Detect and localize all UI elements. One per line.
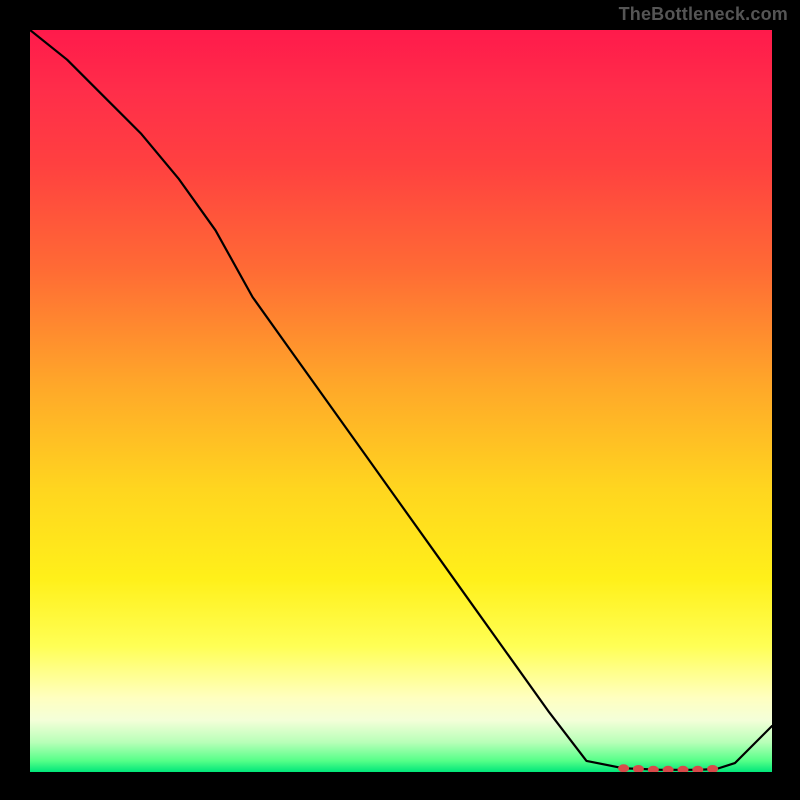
bottom-markers	[618, 764, 718, 772]
marker-point	[678, 766, 689, 772]
data-line	[30, 30, 772, 770]
marker-point	[663, 766, 674, 772]
marker-point	[648, 766, 659, 772]
marker-point	[707, 765, 718, 772]
marker-point	[633, 765, 644, 772]
marker-point	[618, 764, 629, 772]
marker-point	[692, 766, 703, 772]
chart-overlay	[30, 30, 772, 772]
watermark-text: TheBottleneck.com	[619, 4, 788, 25]
chart-container: TheBottleneck.com	[0, 0, 800, 800]
plot-area	[30, 30, 772, 772]
